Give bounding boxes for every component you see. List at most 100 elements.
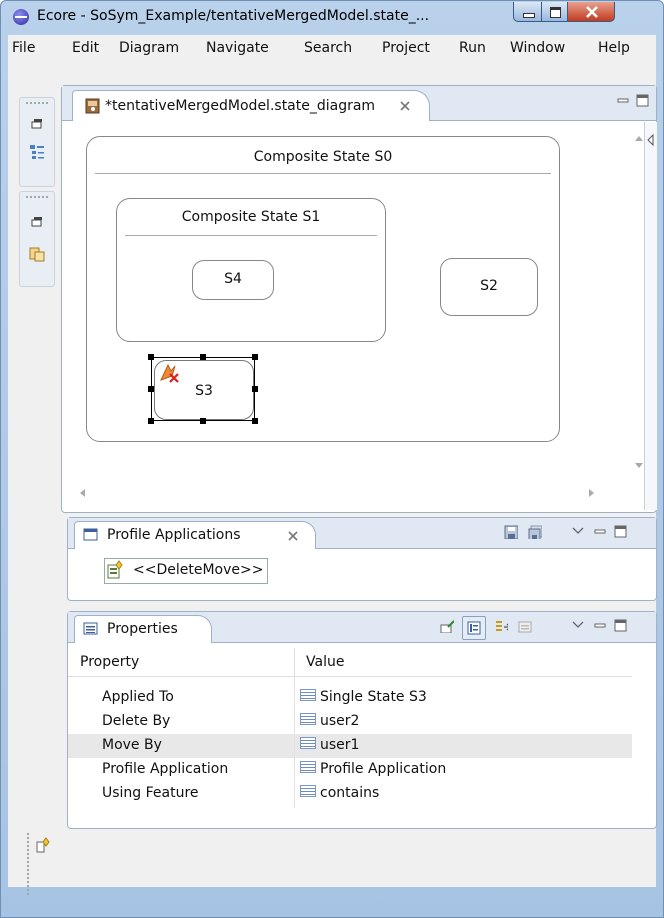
value-item-icon	[300, 761, 316, 773]
column-header-value[interactable]: Value	[306, 654, 344, 670]
column-header-property[interactable]: Property	[80, 654, 139, 670]
resize-handle[interactable]	[148, 418, 154, 424]
profile-view-tab-strip: Profile Applications	[68, 518, 656, 549]
scroll-up-icon[interactable]	[634, 134, 644, 142]
table-row[interactable]: Delete By user2	[68, 710, 632, 734]
property-value: contains	[300, 785, 379, 801]
maximize-view-icon[interactable]	[614, 525, 628, 539]
menu-file[interactable]: File	[12, 40, 35, 56]
menu-diagram[interactable]: Diagram	[119, 40, 179, 56]
outline-icon[interactable]	[29, 144, 45, 160]
resize-handle[interactable]	[148, 354, 154, 360]
menu-window[interactable]: Window	[510, 40, 565, 56]
menu-search[interactable]: Search	[304, 40, 352, 56]
resize-handle[interactable]	[200, 354, 206, 360]
view-menu-icon[interactable]	[572, 526, 584, 536]
maximize-icon	[550, 7, 561, 18]
save-all-icon[interactable]	[528, 525, 542, 539]
state-s4[interactable]: S4	[192, 260, 274, 300]
compartment-divider	[125, 235, 377, 236]
minimize-icon	[523, 13, 535, 18]
horizontal-scrollbar[interactable]	[74, 486, 634, 500]
state-s3[interactable]: S3	[154, 360, 254, 420]
property-value: user1	[300, 737, 359, 753]
window-title: Ecore - SoSym_Example/tentativeMergedMod…	[37, 8, 430, 24]
property-value-text: Single State S3	[320, 689, 427, 705]
maximize-button[interactable]	[541, 2, 568, 22]
profile-item-delete-move[interactable]: <<DeleteMove>>	[104, 558, 269, 584]
resize-handle[interactable]	[252, 418, 258, 424]
tab-properties[interactable]: Properties	[74, 615, 212, 643]
state-s3-label: S3	[195, 383, 213, 399]
table-row-selected[interactable]: Move By user1	[68, 734, 632, 758]
trim-stack-outline	[19, 97, 55, 187]
tab-tentative-merged-model[interactable]: *tentativeMergedModel.state_diagram	[72, 90, 430, 121]
ecore-window: Ecore - SoSym_Example/tentativeMergedMod…	[0, 0, 664, 918]
minimize-button[interactable]	[513, 2, 542, 22]
scroll-left-icon[interactable]	[78, 488, 86, 498]
scroll-right-icon[interactable]	[588, 488, 596, 498]
state-s2[interactable]: S2	[440, 258, 538, 316]
diagram-canvas[interactable]: Composite State S0 Composite State S1 S4…	[74, 128, 624, 478]
title-bar[interactable]: Ecore - SoSym_Example/tentativeMergedMod…	[1, 1, 663, 33]
table-row[interactable]: Using Feature contains	[68, 782, 632, 806]
table-row[interactable]: Applied To Single State S3	[68, 686, 632, 710]
resize-handle[interactable]	[200, 418, 206, 424]
maximize-view-icon[interactable]	[636, 94, 650, 108]
categories-icon	[467, 621, 481, 635]
profile-item-label: <<DeleteMove>>	[133, 562, 264, 578]
menu-run[interactable]: Run	[459, 40, 486, 56]
column-divider[interactable]	[294, 648, 295, 676]
close-tab-icon[interactable]	[287, 530, 299, 542]
value-item-icon	[300, 737, 316, 749]
table-row[interactable]: Profile Application Profile Application	[68, 758, 632, 782]
restore-icon[interactable]	[31, 118, 43, 130]
resize-handle[interactable]	[252, 386, 258, 392]
menu-navigate[interactable]: Navigate	[206, 40, 269, 56]
property-value: Profile Application	[300, 761, 446, 777]
scroll-down-icon[interactable]	[634, 462, 644, 470]
state-s4-label: S4	[224, 271, 242, 287]
maximize-view-icon[interactable]	[614, 619, 628, 633]
bottom-trim-grip[interactable]	[27, 833, 31, 895]
drag-handle[interactable]	[26, 102, 48, 104]
trim-stack-explorer	[19, 191, 55, 287]
compartment-divider	[95, 173, 551, 174]
minimize-view-icon[interactable]	[617, 95, 631, 105]
close-tab-icon[interactable]	[399, 100, 411, 112]
tab-profile-applications[interactable]: Profile Applications	[74, 521, 316, 549]
minimize-view-icon[interactable]	[594, 620, 608, 630]
resize-handle[interactable]	[252, 354, 258, 360]
close-button[interactable]	[567, 2, 615, 22]
composite-state-s1-label: Composite State S1	[181, 209, 321, 225]
property-name: Applied To	[102, 689, 174, 705]
menu-help[interactable]: Help	[598, 40, 630, 56]
menu-edit[interactable]: Edit	[72, 40, 99, 56]
property-name: Profile Application	[102, 761, 229, 777]
table-column-divider	[294, 676, 295, 808]
fast-view-icon[interactable]	[35, 837, 53, 855]
composite-state-s0-label: Composite State S0	[253, 149, 393, 165]
property-value-text: user2	[320, 713, 360, 729]
properties-view: Properties Property Value Applied To Sin…	[67, 611, 657, 829]
palette-toggle[interactable]	[644, 122, 657, 510]
property-value: Single State S3	[300, 689, 427, 705]
save-icon[interactable]	[504, 525, 518, 539]
value-item-icon	[300, 713, 316, 725]
eclipse-icon	[13, 9, 29, 25]
stereotype-icon	[107, 560, 123, 579]
minimize-view-icon[interactable]	[594, 526, 608, 536]
drag-handle[interactable]	[26, 196, 48, 198]
menu-project[interactable]: Project	[382, 40, 430, 56]
close-icon	[586, 6, 598, 18]
restore-icon[interactable]	[31, 216, 43, 228]
property-value-text: Profile Application	[320, 761, 447, 777]
pin-icon[interactable]	[440, 619, 454, 633]
advanced-icon[interactable]	[494, 619, 508, 633]
restore-default-icon[interactable]	[518, 619, 532, 633]
categories-toggle[interactable]	[462, 616, 486, 640]
resize-handle[interactable]	[148, 386, 154, 392]
package-explorer-icon[interactable]	[29, 246, 45, 262]
view-menu-icon[interactable]	[572, 620, 584, 630]
properties-icon	[83, 622, 98, 635]
